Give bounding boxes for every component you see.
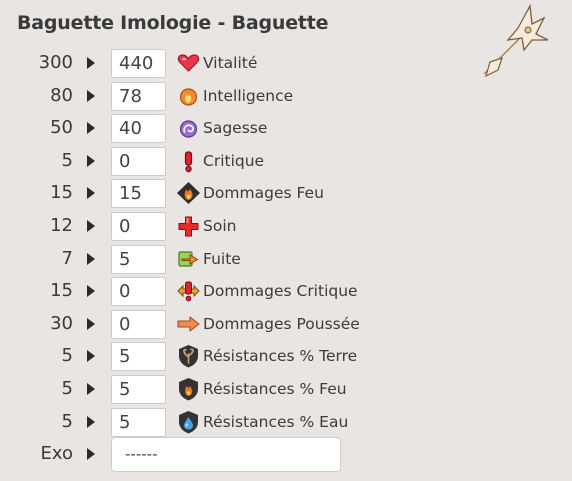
stat-label: Fuite	[203, 249, 241, 268]
stat-max-value: 50	[50, 117, 73, 139]
fire-orb-icon	[179, 87, 198, 106]
stat-label: Vitalité	[203, 54, 258, 72]
stat-row: 7 5 Fuite	[0, 244, 572, 274]
earth-shield-icon	[179, 345, 198, 368]
fill-max-arrow-button[interactable]	[87, 57, 95, 69]
exo-arrow-button[interactable]	[87, 448, 95, 460]
exo-select[interactable]: ------	[111, 437, 341, 472]
stat-value-input[interactable]: 15	[111, 179, 166, 209]
stat-label: Soin	[203, 217, 237, 235]
fill-max-arrow-button[interactable]	[87, 252, 95, 265]
stat-label: Intelligence	[203, 86, 294, 105]
fire-shield-icon	[179, 378, 198, 401]
fill-max-arrow-button[interactable]	[87, 122, 95, 135]
stat-row: 5 5 Résistances % Feu	[0, 375, 572, 404]
stat-max-value: 5	[61, 378, 73, 399]
stat-value-input[interactable]: 0	[111, 212, 166, 241]
stat-row: 80 78 Intelligence	[0, 81, 572, 111]
fill-max-arrow-button[interactable]	[87, 220, 95, 232]
stat-value-input[interactable]: 5	[111, 407, 166, 437]
stat-value-input[interactable]: 5	[111, 375, 166, 404]
fill-max-arrow-button[interactable]	[87, 383, 95, 395]
red-cross-icon	[178, 216, 199, 237]
exclamation-icon	[184, 151, 193, 172]
push-arrow-icon	[177, 315, 200, 332]
fire-damage-icon	[177, 182, 200, 205]
stat-label: Résistances % Eau	[203, 412, 349, 431]
stat-value-input[interactable]: 440	[111, 49, 166, 78]
stat-max-value: 15	[50, 182, 73, 204]
stat-row: 5 5 Résistances % Eau	[0, 407, 572, 437]
stat-value-input[interactable]: 40	[111, 114, 166, 144]
fill-max-arrow-button[interactable]	[87, 317, 95, 330]
stat-row: 5 0 Critique	[0, 146, 572, 176]
fill-max-arrow-button[interactable]	[87, 285, 95, 298]
exo-label: Exo	[40, 443, 73, 464]
stat-label: Sagesse	[203, 119, 268, 138]
stat-label: Dommages Critique	[203, 282, 358, 301]
stat-max-value: 5	[61, 149, 73, 171]
stat-row: 300 440 Vitalité	[0, 49, 572, 78]
stat-max-value: 15	[50, 280, 73, 302]
stat-max-value: 300	[38, 52, 73, 73]
fill-max-arrow-button[interactable]	[87, 350, 95, 363]
fill-max-arrow-button[interactable]	[87, 415, 95, 428]
stat-label: Dommages Feu	[203, 184, 324, 203]
stat-max-value: 30	[50, 312, 73, 334]
stat-max-value: 5	[61, 410, 73, 432]
item-title: Baguette Imologie - Baguette	[17, 12, 329, 34]
wisdom-swirl-icon	[179, 120, 198, 138]
stat-row: 15 15 Dommages Feu	[0, 179, 572, 209]
stat-label: Résistances % Terre	[203, 347, 358, 366]
stat-value-input[interactable]: 0	[111, 146, 166, 176]
stat-row: 15 0 Dommages Critique	[0, 277, 572, 307]
fill-max-arrow-button[interactable]	[87, 154, 95, 167]
critical-damage-icon	[177, 281, 200, 302]
stat-max-value: 7	[61, 247, 73, 269]
heart-icon	[177, 54, 200, 72]
stat-row: 5 5 Résistances % Terre	[0, 342, 572, 372]
exo-row: Exo ------	[0, 437, 572, 472]
escape-arrow-icon	[178, 250, 199, 267]
fill-max-arrow-button[interactable]	[87, 89, 95, 102]
stat-value-input[interactable]: 5	[111, 342, 166, 372]
stat-max-value: 80	[50, 84, 73, 106]
stat-value-input[interactable]: 0	[111, 277, 166, 307]
water-shield-icon	[179, 410, 198, 434]
stat-label: Dommages Poussée	[203, 314, 360, 333]
stat-value-input[interactable]: 0	[111, 309, 166, 339]
fill-max-arrow-button[interactable]	[87, 187, 95, 200]
stat-max-value: 5	[61, 345, 73, 367]
stat-row: 50 40 Sagesse	[0, 114, 572, 144]
stat-value-input[interactable]: 5	[111, 244, 166, 274]
stat-row: 30 0 Dommages Poussée	[0, 309, 572, 339]
stat-label: Résistances % Feu	[203, 380, 347, 398]
stat-max-value: 12	[50, 215, 73, 236]
stat-label: Critique	[203, 151, 265, 170]
stat-row: 12 0 Soin	[0, 212, 572, 241]
stat-value-input[interactable]: 78	[111, 81, 166, 111]
